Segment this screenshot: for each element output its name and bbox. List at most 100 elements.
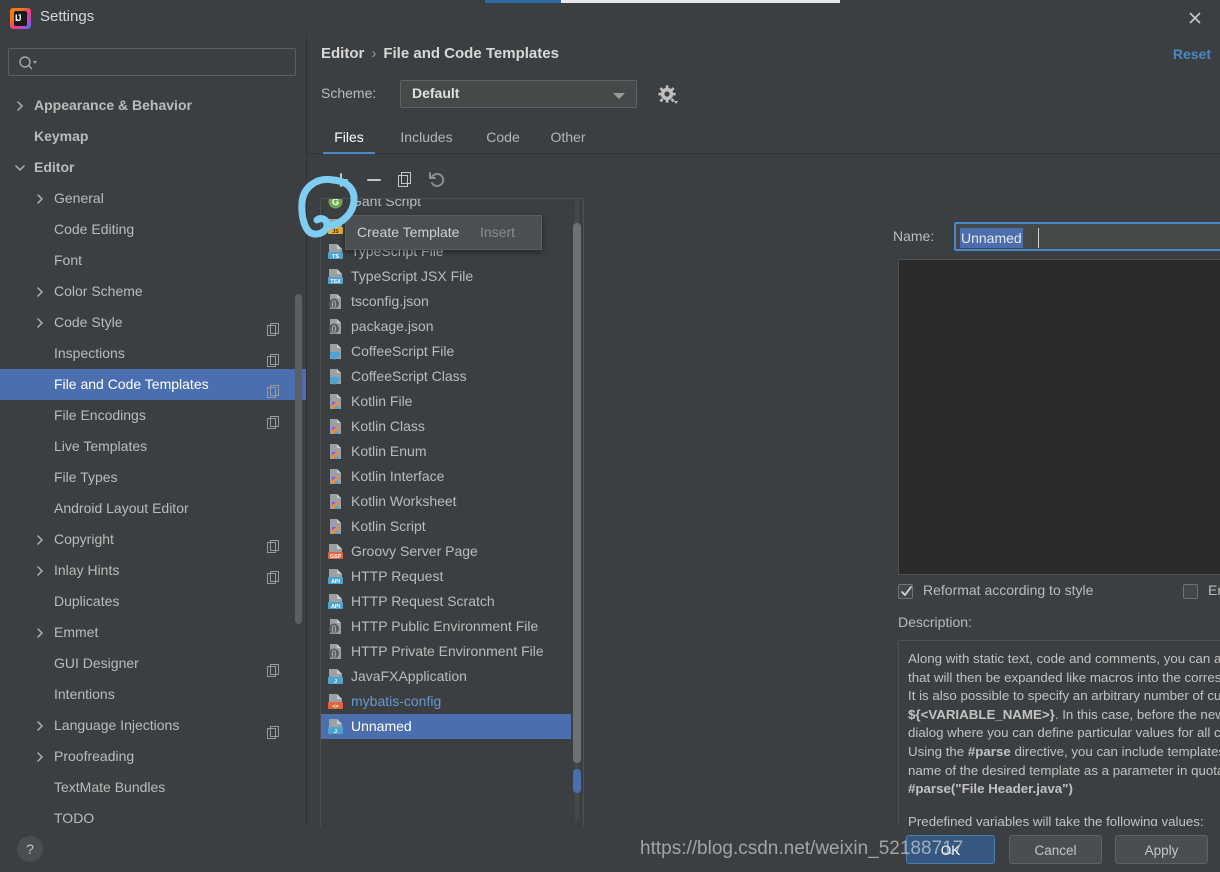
sidebar-item-copyright[interactable]: Copyright xyxy=(0,524,306,555)
sidebar-item-inspections[interactable]: Inspections xyxy=(0,338,306,369)
desc-p2-a: It is also possible to specify an arbitr… xyxy=(908,688,1220,704)
name-input[interactable]: Unnamed xyxy=(954,222,1220,251)
sidebar-item-code-editing[interactable]: Code Editing xyxy=(0,214,306,245)
sidebar-item-duplicates[interactable]: Duplicates xyxy=(0,586,306,617)
breadcrumb-parent[interactable]: Editor xyxy=(321,45,364,62)
settings-tree[interactable]: Appearance & Behavior Keymap Editor General… xyxy=(0,90,306,826)
search-input[interactable] xyxy=(43,53,288,73)
chevron-right-icon[interactable] xyxy=(35,555,45,586)
tab-code[interactable]: Code xyxy=(479,120,527,154)
ok-button[interactable]: OK xyxy=(906,835,995,864)
reset-link[interactable]: Reset xyxy=(1173,46,1211,62)
sidebar-item-file-types[interactable]: File Types xyxy=(0,462,306,493)
sidebar-item-file-encodings[interactable]: File Encodings xyxy=(0,400,306,431)
chevron-right-icon[interactable] xyxy=(35,276,45,307)
tab-includes[interactable]: Includes xyxy=(389,120,464,154)
close-icon[interactable] xyxy=(1182,7,1208,29)
description-paragraph-2: It is also possible to specify an arbitr… xyxy=(908,687,1220,743)
apply-button[interactable]: Apply xyxy=(1115,835,1208,864)
chevron-right-icon[interactable] xyxy=(35,307,45,338)
template-list-item[interactable]: {} HTTP Private Environment File xyxy=(321,639,571,664)
sidebar-item-editor[interactable]: Editor xyxy=(0,152,306,183)
sidebar-item-proofreading[interactable]: Proofreading xyxy=(0,741,306,772)
cancel-button[interactable]: Cancel xyxy=(1009,835,1102,864)
template-list-item[interactable]: {} package.json xyxy=(321,314,571,339)
template-list-scrollbar[interactable] xyxy=(573,201,581,821)
settings-content: Editor › File and Code Templates Reset Sch… xyxy=(307,36,1220,842)
template-list-item[interactable]: Kotlin Enum xyxy=(321,439,571,464)
description-example: #parse("File Header.java") xyxy=(908,781,1073,797)
chevron-right-icon[interactable] xyxy=(35,710,45,741)
sidebar-item-code-style[interactable]: Code Style xyxy=(0,307,306,338)
sidebar-item-todo[interactable]: TODO xyxy=(0,803,306,826)
tab-other[interactable]: Other xyxy=(542,120,594,154)
checkbox-reformat-according-to-style[interactable] xyxy=(898,584,913,599)
chevron-right-icon[interactable] xyxy=(35,183,45,214)
template-tabs[interactable]: Files Includes Code Other xyxy=(307,120,1220,154)
revert-icon[interactable] xyxy=(425,168,449,192)
template-list-item[interactable]: Kotlin Worksheet xyxy=(321,489,571,514)
chevron-right-icon[interactable] xyxy=(15,90,25,121)
sidebar-item-live-templates[interactable]: Live Templates xyxy=(0,431,306,462)
sidebar-item-intentions[interactable]: Intentions xyxy=(0,679,306,710)
sidebar-item-font[interactable]: Font xyxy=(0,245,306,276)
chevron-right-icon[interactable] xyxy=(35,741,45,772)
sidebar-item-inlay-hints[interactable]: Inlay Hints xyxy=(0,555,306,586)
template-list-toolbar[interactable] xyxy=(320,164,584,196)
gear-icon[interactable] xyxy=(657,84,679,111)
template-list-item[interactable]: API HTTP Request xyxy=(321,564,571,589)
template-list-item[interactable]: G Gant Script xyxy=(321,199,571,214)
template-list-item[interactable]: GSP Groovy Server Page xyxy=(321,539,571,564)
sidebar-item-language-injections[interactable]: Language Injections xyxy=(0,710,306,741)
template-list-item[interactable]: Kotlin File xyxy=(321,389,571,414)
sidebar-item-keymap[interactable]: Keymap xyxy=(0,121,306,152)
plus-icon[interactable] xyxy=(329,168,353,192)
template-list-item[interactable]: Kotlin Interface xyxy=(321,464,571,489)
template-label: HTTP Request xyxy=(351,568,444,584)
sidebar-item-appearance-behavior[interactable]: Appearance & Behavior xyxy=(0,90,306,121)
help-button[interactable]: ? xyxy=(17,836,43,862)
sidebar-item-gui-designer[interactable]: GUI Designer xyxy=(0,648,306,679)
scrollbar-thumb[interactable] xyxy=(573,223,581,763)
template-list-item[interactable]: <> mybatis-config xyxy=(321,689,571,714)
template-label: TypeScript JSX File xyxy=(351,268,474,284)
search-box[interactable] xyxy=(8,48,296,76)
template-list-item[interactable]: Kotlin Script xyxy=(321,514,571,539)
template-editor[interactable] xyxy=(898,259,1220,575)
chevron-right-icon[interactable] xyxy=(35,617,45,648)
sidebar-scroll-thumb[interactable] xyxy=(295,294,302,624)
tab-files[interactable]: Files xyxy=(323,120,375,154)
scrollbar-thumb-selected[interactable] xyxy=(573,769,581,793)
sidebar-item-color-scheme[interactable]: Color Scheme xyxy=(0,276,306,307)
chevron-down-icon[interactable] xyxy=(15,152,25,183)
sidebar-scrollbar[interactable] xyxy=(295,94,302,826)
json-file-icon: {} xyxy=(327,618,344,635)
template-list-item[interactable]: TSX TypeScript JSX File xyxy=(321,264,571,289)
logo-label: IJ xyxy=(15,13,21,23)
scheme-dropdown[interactable]: Default xyxy=(400,80,637,108)
sidebar-item-textmate-bundles[interactable]: TextMate Bundles xyxy=(0,772,306,803)
description-panel[interactable]: Along with static text, code and comment… xyxy=(898,640,1220,842)
copy-icon[interactable] xyxy=(393,168,417,192)
js-file-icon: JS xyxy=(327,218,344,235)
sidebar-item-emmet[interactable]: Emmet xyxy=(0,617,306,648)
template-list-item[interactable]: J Unnamed xyxy=(321,714,571,739)
template-list-item[interactable]: CoffeeScript Class xyxy=(321,364,571,389)
checkbox-enable-live-templates[interactable] xyxy=(1183,584,1198,599)
breadcrumb: Editor › File and Code Templates xyxy=(321,45,559,62)
chevron-right-icon[interactable] xyxy=(35,524,45,555)
template-list-item[interactable]: Kotlin Class xyxy=(321,414,571,439)
template-options[interactable]: Reformat according to style Enable Live T… xyxy=(898,581,1220,603)
sidebar-item-label: General xyxy=(54,190,104,206)
template-list-item[interactable]: {} HTTP Public Environment File xyxy=(321,614,571,639)
template-list-item[interactable]: {} tsconfig.json xyxy=(321,289,571,314)
sidebar-item-file-and-code-templates[interactable]: File and Code Templates xyxy=(0,369,306,400)
template-list-item[interactable]: J JavaFXApplication xyxy=(321,664,571,689)
template-list[interactable]: GGant ScriptJSJavaScript FileTSTypeScrip… xyxy=(320,198,584,836)
template-list-item[interactable]: API HTTP Request Scratch xyxy=(321,589,571,614)
template-list-item[interactable]: CoffeeScript File xyxy=(321,339,571,364)
java-file-icon: J xyxy=(327,718,344,735)
sidebar-item-android-layout-editor[interactable]: Android Layout Editor xyxy=(0,493,306,524)
minus-icon[interactable] xyxy=(362,168,386,192)
sidebar-item-general[interactable]: General xyxy=(0,183,306,214)
